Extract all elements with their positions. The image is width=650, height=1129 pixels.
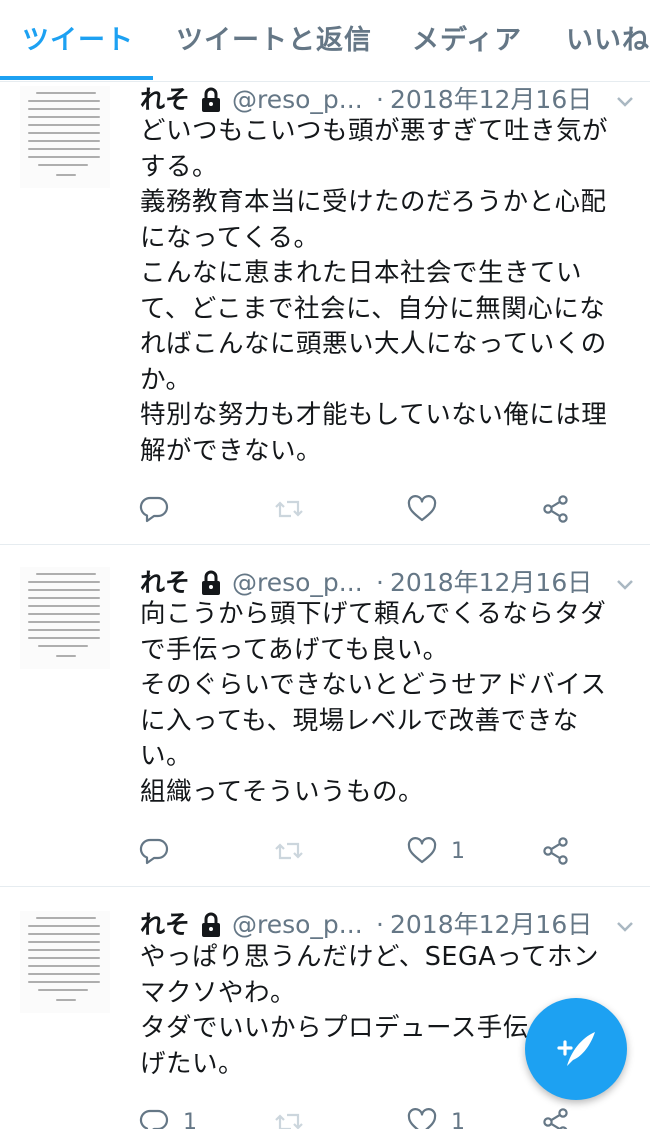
chevron-down-icon[interactable] [614,90,636,112]
reply-icon [139,838,169,865]
tweet-date[interactable]: 2018年12月16日 [390,565,592,601]
display-name[interactable]: れそ [140,907,190,943]
tab-likes[interactable]: いいね [566,18,650,57]
tab-tweets[interactable]: ツイート [22,18,134,57]
share-icon [543,495,568,523]
tweet[interactable]: れそ @reso_p... · 2018年12月16日 どいつもこいつも頭が悪す… [0,82,650,544]
heart-icon [407,837,437,864]
tweet-text: どいつもこいつも頭が悪すぎて吐き気が する。 義務教育本当に受けたのだろうかと心… [140,116,609,466]
separator-dot: · [376,910,384,939]
retweet-button[interactable] [274,489,318,529]
reply-button[interactable]: 1 [139,1102,197,1129]
reply-icon [139,1109,169,1129]
chevron-down-icon[interactable] [614,915,636,937]
active-tab-indicator [0,76,153,80]
avatar[interactable] [20,86,110,188]
separator-dot: · [376,85,384,114]
tweet-actions: 1 1 [0,1102,650,1129]
reply-button[interactable] [139,489,183,529]
avatar[interactable] [20,911,110,1013]
lock-icon [202,87,220,112]
separator-dot: · [376,568,384,597]
like-button[interactable] [407,489,451,529]
tweet-actions [0,489,650,529]
share-button[interactable] [541,1102,571,1129]
tab-tweets-and-replies[interactable]: ツイートと返信 [176,18,372,57]
chevron-down-icon[interactable] [614,573,636,595]
tweet-text: 向こうから頭下げて頼んでくるならタダ で手伝ってあげても良い。 そのぐらいできな… [140,599,607,807]
display-name[interactable]: れそ [140,565,190,601]
compose-tweet-icon [557,1032,595,1066]
tweet-date[interactable]: 2018年12月16日 [390,907,592,943]
share-button[interactable] [541,489,571,529]
display-name[interactable]: れそ [140,82,190,118]
user-handle[interactable]: @reso_p... [232,565,363,601]
share-icon [543,837,568,865]
like-count: 1 [451,1109,465,1129]
share-icon [543,1108,568,1129]
like-button[interactable]: 1 [407,1102,465,1129]
avatar[interactable] [20,567,110,669]
retweet-button[interactable] [274,831,318,871]
retweet-button[interactable] [274,1102,318,1129]
tab-media[interactable]: メディア [412,18,522,57]
reply-button[interactable] [139,831,183,871]
compose-tweet-button[interactable] [525,998,627,1100]
reply-icon [139,496,169,523]
tweet[interactable]: れそ @reso_p... · 2018年12月16日 向こうから頭下げて頼んで… [0,545,650,886]
like-button[interactable]: 1 [407,831,465,871]
retweet-icon [275,500,303,518]
tweet-actions: 1 [0,831,650,871]
tweet-date[interactable]: 2018年12月16日 [390,82,592,118]
user-handle[interactable]: @reso_p... [232,82,363,118]
retweet-icon [275,842,303,860]
lock-icon [202,912,220,937]
reply-count: 1 [183,1109,197,1129]
heart-icon [407,495,437,522]
profile-tabs: ツイート ツイートと返信 メディア いいね [0,0,650,82]
user-handle[interactable]: @reso_p... [232,907,363,943]
retweet-icon [275,1113,303,1129]
share-button[interactable] [541,831,571,871]
heart-icon [407,1108,437,1129]
lock-icon [202,570,220,595]
like-count: 1 [451,838,465,864]
